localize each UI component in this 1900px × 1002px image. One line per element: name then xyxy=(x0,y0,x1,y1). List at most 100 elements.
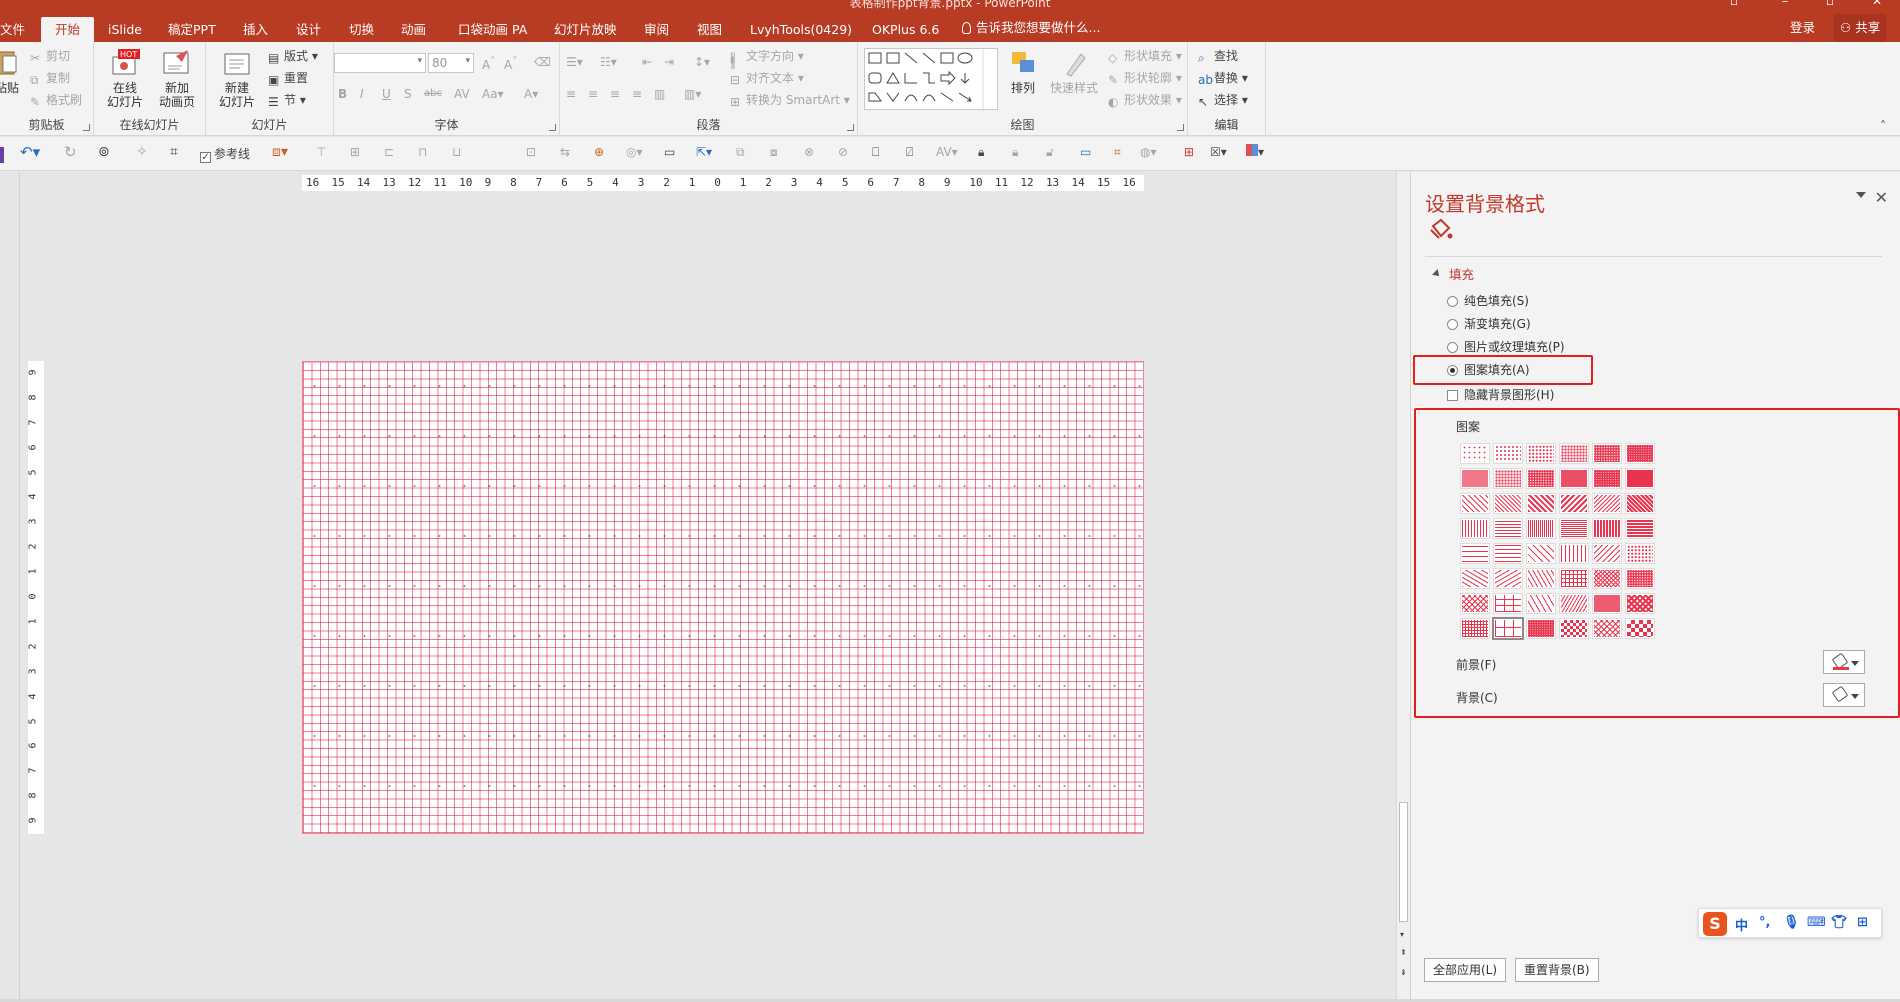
pane-options-icon[interactable] xyxy=(1856,192,1866,198)
slide-frame-icon[interactable]: ▭ xyxy=(664,144,675,160)
quick-style-button[interactable]: 快速样式 xyxy=(1048,48,1100,95)
pattern-swatch[interactable] xyxy=(1592,493,1622,514)
hide-background-graphics-option[interactable]: 隐藏背景图形(H) xyxy=(1447,386,1554,403)
align-objects-icon[interactable]: ⧈▾ xyxy=(272,144,288,160)
tab-file[interactable]: 文件 xyxy=(0,17,25,42)
tab-home[interactable]: 开始 xyxy=(41,17,95,42)
pattern-swatch[interactable] xyxy=(1492,617,1524,640)
pattern-swatch[interactable] xyxy=(1460,618,1490,639)
clipboard-launcher-icon[interactable] xyxy=(83,124,90,131)
bullets-icon[interactable]: ☰▾ xyxy=(566,54,583,70)
pattern-swatch[interactable] xyxy=(1526,468,1556,489)
share-button[interactable]: ⚇ 共享 xyxy=(1834,14,1887,42)
shape-effect-button[interactable]: ◐ 形状效果 ▾ xyxy=(1108,92,1182,109)
pattern-swatch[interactable] xyxy=(1559,493,1589,514)
clear-format-icon[interactable]: ⌫ xyxy=(534,54,551,70)
text-spacing-icon[interactable]: AV▾ xyxy=(936,144,958,160)
color-palette-icon[interactable]: ▾ xyxy=(1246,144,1264,160)
shadow-icon[interactable]: S xyxy=(404,86,412,102)
underline-icon[interactable]: U xyxy=(382,86,391,102)
close-pane-icon[interactable]: ✕ xyxy=(1875,188,1888,207)
numbering-icon[interactable]: ☷▾ xyxy=(600,54,617,70)
arrange-button[interactable]: 排列 xyxy=(1004,48,1042,95)
textbox-icon[interactable]: ⎕ xyxy=(872,144,879,160)
guides-toggle[interactable]: ✓ 参考线 xyxy=(200,146,250,163)
pattern-swatch[interactable] xyxy=(1592,618,1622,639)
pattern-swatch[interactable] xyxy=(1493,518,1523,539)
section-button[interactable]: ☰ 节 ▾ xyxy=(268,92,306,109)
tab-view[interactable]: 视图 xyxy=(697,17,722,42)
align-right-icon[interactable]: ≡ xyxy=(610,86,620,102)
pattern-swatch[interactable] xyxy=(1592,568,1622,589)
grid-tool-icon[interactable]: ⊞ xyxy=(1184,144,1194,160)
tab-islide[interactable]: iSlide xyxy=(108,17,142,42)
align-left-icon[interactable]: ≡ xyxy=(566,86,576,102)
tab-review[interactable]: 审阅 xyxy=(644,17,669,42)
foreground-color-button[interactable] xyxy=(1823,650,1865,674)
pattern-fill-option[interactable]: 图案填充(A) xyxy=(1447,361,1530,378)
distribute-v-icon[interactable]: ⊔ xyxy=(452,144,461,160)
group-icon[interactable]: ⧉ xyxy=(736,144,745,160)
login-link[interactable]: 登录 xyxy=(1790,14,1815,42)
new-slide-button[interactable]: 新建 幻灯片 xyxy=(214,48,260,109)
grow-font-icon[interactable]: A˄ xyxy=(482,54,495,73)
line-spacing-icon[interactable]: ↕▾ xyxy=(694,54,710,70)
format-painter-button[interactable]: ✎ 格式刷 xyxy=(30,92,82,109)
vertical-scrollbar[interactable]: ▾ ⇞ ⇟ xyxy=(1396,172,1410,1002)
undo-icon[interactable]: ↶▾ xyxy=(20,144,40,160)
same-size-icon[interactable]: ⊡ xyxy=(526,144,536,160)
pattern-swatch[interactable] xyxy=(1460,543,1490,564)
scroll-down-icon[interactable]: ▾ xyxy=(1400,930,1404,939)
toolbox-icon[interactable]: ⊞ xyxy=(1857,915,1868,930)
select-button[interactable]: ↖ 选择 ▾ xyxy=(1198,92,1248,109)
pattern-swatch[interactable] xyxy=(1460,493,1490,514)
pattern-swatch[interactable] xyxy=(1559,518,1589,539)
microphone-icon[interactable]: 🎙︎ xyxy=(1783,915,1800,930)
copy-button[interactable]: ⧉ 复制 xyxy=(30,70,70,87)
crop-frame-icon[interactable]: ⌗ xyxy=(1114,144,1121,160)
font-color-icon[interactable]: A▾ xyxy=(524,86,538,102)
scrollbar-thumb[interactable] xyxy=(1399,802,1408,922)
new-animation-page-button[interactable]: 新加 动画页 xyxy=(156,48,198,109)
pattern-swatch[interactable] xyxy=(1592,593,1622,614)
shapes-gallery[interactable] xyxy=(864,48,998,111)
prev-slide-icon[interactable]: ⇞ xyxy=(1400,948,1407,957)
minimize-icon[interactable]: – xyxy=(1782,0,1788,8)
pattern-swatch[interactable] xyxy=(1493,568,1523,589)
pattern-swatch[interactable] xyxy=(1592,443,1622,464)
gradient-fill-option[interactable]: 渐变填充(G) xyxy=(1447,315,1531,332)
redo-icon[interactable]: ↻ xyxy=(64,144,77,160)
align-middle-icon[interactable]: ⊞ xyxy=(350,144,360,160)
ring-tool-icon[interactable]: ◎▾ xyxy=(626,144,643,160)
layout-button[interactable]: ▤ 版式 ▾ xyxy=(268,48,318,65)
shape-tools-icon[interactable]: ⊕ xyxy=(594,144,604,160)
next-slide-icon[interactable]: ⇟ xyxy=(1400,968,1407,977)
pattern-swatch[interactable] xyxy=(1592,543,1622,564)
tell-me-box[interactable]: 告诉我您想要做什么... xyxy=(962,14,1100,42)
pattern-swatch[interactable] xyxy=(1526,543,1556,564)
pattern-swatch[interactable] xyxy=(1526,518,1556,539)
pattern-swatch[interactable] xyxy=(1625,568,1655,589)
text-direction-button[interactable]: ⫼ 文字方向 ▾ xyxy=(730,48,804,65)
slide-thumbnail-strip[interactable] xyxy=(0,172,20,1002)
reset-button[interactable]: ▣ 重置 xyxy=(268,70,308,87)
italic-icon[interactable]: I xyxy=(360,86,364,102)
pattern-swatch[interactable] xyxy=(1625,543,1655,564)
pattern-swatch[interactable] xyxy=(1625,468,1655,489)
align-top-icon[interactable]: ⊤ xyxy=(316,144,326,160)
tab-lvyhtools[interactable]: LvyhTools(0429) xyxy=(750,17,852,42)
magic-wand-icon[interactable]: ✧ xyxy=(136,144,148,160)
skin-icon[interactable]: 👕︎ xyxy=(1831,915,1848,930)
change-case-icon[interactable]: Aa▾ xyxy=(482,86,504,102)
pattern-swatch[interactable] xyxy=(1526,493,1556,514)
paragraph-launcher-icon[interactable] xyxy=(847,124,854,131)
pattern-swatch[interactable] xyxy=(1460,443,1490,464)
pattern-swatch[interactable] xyxy=(1625,518,1655,539)
pattern-swatch[interactable] xyxy=(1493,443,1523,464)
pattern-swatch[interactable] xyxy=(1526,593,1556,614)
pattern-swatch[interactable] xyxy=(1493,593,1523,614)
swap-icon[interactable]: ⇆ xyxy=(560,144,570,160)
tab-gaoding[interactable]: 稿定PPT xyxy=(168,17,216,42)
pattern-swatch[interactable] xyxy=(1460,593,1490,614)
shape-outline-button[interactable]: ✎ 形状轮廓 ▾ xyxy=(1108,70,1182,87)
